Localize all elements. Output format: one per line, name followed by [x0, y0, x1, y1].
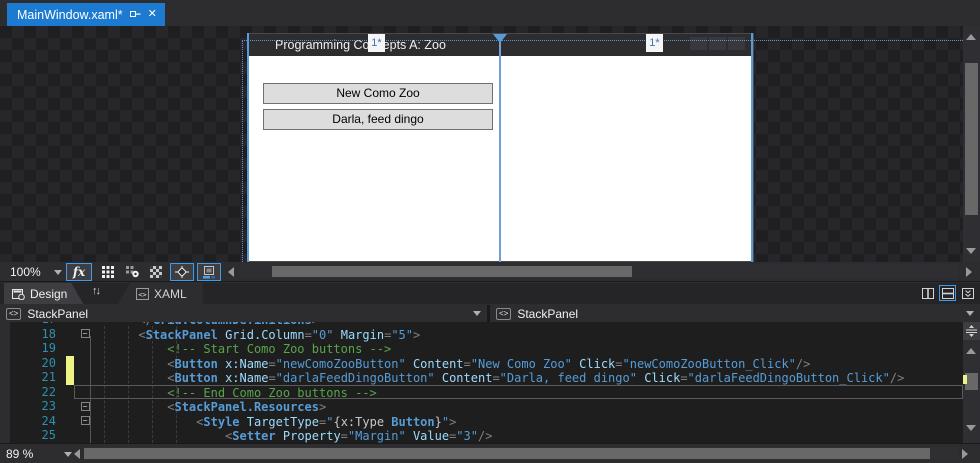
- xaml-view-icon: <>: [136, 288, 149, 300]
- show-tile-grid-button[interactable]: [145, 263, 167, 281]
- document-tab-title: MainWindow.xaml*: [17, 8, 123, 22]
- tab-xaml-label: XAML: [154, 287, 187, 301]
- breakpoint-margin[interactable]: [0, 322, 10, 443]
- code-line-23[interactable]: 23− <StackPanel.Resources>: [10, 399, 963, 414]
- chevron-down-icon: [64, 452, 72, 457]
- designer-zoom-combobox[interactable]: 100%: [4, 263, 62, 281]
- column-width-label-2[interactable]: 1*: [646, 34, 663, 52]
- navigator-dropdown-left[interactable]: <> StackPanel: [0, 305, 487, 322]
- xml-tag-icon: <>: [496, 308, 511, 320]
- editor-vertical-scrollbar[interactable]: [963, 322, 980, 443]
- code-line-18[interactable]: 18− <StackPanel Grid.Column="0" Margin="…: [10, 327, 963, 342]
- editor-bottom-bar: 89 %: [0, 443, 980, 463]
- selection-right-edge[interactable]: [751, 33, 753, 262]
- designer-horizontal-scrollbar[interactable]: [240, 265, 958, 278]
- split-vertical-icon[interactable]: [919, 285, 936, 301]
- show-grid-button[interactable]: [97, 263, 119, 281]
- scroll-up-icon[interactable]: [966, 34, 976, 40]
- fold-collapse-icon[interactable]: −: [81, 329, 90, 338]
- code-line-19[interactable]: 19 <!-- Start Como Zoo buttons -->: [10, 341, 963, 356]
- close-icon[interactable]: ✕: [148, 9, 157, 20]
- scroll-down-icon[interactable]: [966, 248, 976, 254]
- document-tab-bar: MainWindow.xaml* ✕: [0, 0, 980, 26]
- editor-hscroll-thumb[interactable]: [84, 448, 930, 459]
- tab-design[interactable]: Design: [4, 283, 83, 304]
- design-button-darla-feed-dingo[interactable]: Darla, feed dingo: [263, 109, 493, 130]
- designer-vertical-scrollbar[interactable]: [963, 26, 980, 262]
- snap-grid-icon: [175, 266, 189, 278]
- editor-zoom-combobox[interactable]: 89 %: [6, 446, 72, 462]
- scroll-right-icon[interactable]: [962, 449, 968, 459]
- navigator-right-label: StackPanel: [517, 307, 966, 321]
- swap-panes-icon[interactable]: ↑↓: [92, 285, 99, 297]
- fold-collapse-icon[interactable]: −: [81, 402, 90, 411]
- chevron-down-icon: [966, 311, 974, 316]
- designer-vscroll-thumb[interactable]: [965, 63, 978, 215]
- split-horizontal-icon[interactable]: [939, 285, 956, 301]
- effects-toggle-button[interactable]: fx: [66, 263, 92, 281]
- column-splitter-icon[interactable]: [493, 34, 507, 43]
- svg-text:<>: <>: [138, 290, 146, 298]
- code-line-22[interactable]: 22 <!-- End Como Zoo buttons -->: [10, 385, 963, 400]
- grid-column-divider[interactable]: [499, 42, 501, 262]
- preview-client-area[interactable]: New Como Zoo Darla, feed dingo: [249, 56, 753, 261]
- editor-splitter-handle[interactable]: [963, 322, 980, 340]
- xaml-code-editor[interactable]: 17 </Grid.ColumnDefinitions>18− <StackPa…: [0, 322, 980, 443]
- code-line-21[interactable]: 21 <Button x:Name="darlaFeedDingoButton"…: [10, 370, 963, 385]
- preview-close-button: [728, 37, 745, 50]
- tab-design-label: Design: [30, 287, 67, 301]
- grid-ruler-line: [242, 40, 963, 41]
- design-view-icon: [12, 288, 25, 300]
- fold-collapse-icon[interactable]: −: [81, 416, 90, 425]
- fx-icon: fx: [73, 265, 85, 279]
- selection-left-edge[interactable]: [247, 33, 249, 262]
- code-lines: 17 </Grid.ColumnDefinitions>18− <StackPa…: [10, 322, 963, 443]
- chevron-down-icon: [473, 311, 481, 316]
- scroll-up-icon[interactable]: [966, 348, 976, 354]
- scroll-down-icon[interactable]: [966, 425, 976, 431]
- grid-settings-icon: [126, 266, 139, 278]
- preview-maximize-button: [709, 37, 726, 50]
- visual-studio-window: MainWindow.xaml* ✕ Programming Concepts …: [0, 0, 980, 463]
- checker-icon: [150, 266, 162, 278]
- designer-toolbar: 100% fx: [0, 262, 980, 282]
- scroll-left-icon[interactable]: [228, 267, 234, 277]
- code-line-24[interactable]: 24− <Style TargetType="{x:Type Button}">: [10, 414, 963, 429]
- pin-icon[interactable]: [130, 9, 141, 20]
- change-marker: [963, 375, 967, 384]
- designer-artboard[interactable]: Programming Concepts A: Zoo New Como Zoo…: [0, 26, 980, 262]
- editor-zoom-value: 89 %: [6, 447, 64, 461]
- chevron-down-icon: [54, 270, 62, 275]
- pane-layout-buttons: [919, 285, 976, 301]
- view-tab-strip: Design ↑↓ <> XAML: [0, 283, 980, 304]
- designer-hscroll-thumb[interactable]: [272, 266, 632, 277]
- collapse-pane-icon[interactable]: [959, 285, 976, 301]
- column-width-label-1[interactable]: 1*: [368, 34, 385, 52]
- snap-to-snaplines-button[interactable]: [197, 263, 221, 281]
- code-line-20[interactable]: 20 <Button x:Name="newComoZooButton" Con…: [10, 356, 963, 371]
- code-line-25[interactable]: 25 <Setter Property="Margin" Value="3"/>: [10, 428, 963, 443]
- editor-horizontal-scrollbar[interactable]: [84, 447, 958, 460]
- tab-mainwindow-xaml[interactable]: MainWindow.xaml* ✕: [7, 3, 165, 26]
- snap-to-gridlines-button[interactable]: [170, 263, 194, 281]
- xml-tag-icon: <>: [6, 308, 21, 320]
- navigator-dropdown-right[interactable]: <> StackPanel: [490, 305, 980, 322]
- grid-ruler-line-vertical: [242, 40, 243, 262]
- element-navigator: <> StackPanel <> StackPanel: [0, 305, 980, 322]
- design-button-new-como-zoo[interactable]: New Como Zoo: [263, 83, 493, 104]
- grid-dots-icon: [102, 266, 114, 278]
- navigator-left-label: StackPanel: [27, 307, 473, 321]
- scroll-right-icon[interactable]: [966, 267, 972, 277]
- snap-to-grid-button[interactable]: [121, 263, 143, 281]
- design-window-preview[interactable]: Programming Concepts A: Zoo New Como Zoo…: [248, 33, 754, 262]
- scroll-left-icon[interactable]: [74, 449, 80, 459]
- snaplines-icon: [202, 266, 216, 279]
- tab-xaml[interactable]: <> XAML: [118, 283, 203, 304]
- designer-zoom-value: 100%: [4, 265, 54, 279]
- preview-minimize-button: [690, 37, 707, 50]
